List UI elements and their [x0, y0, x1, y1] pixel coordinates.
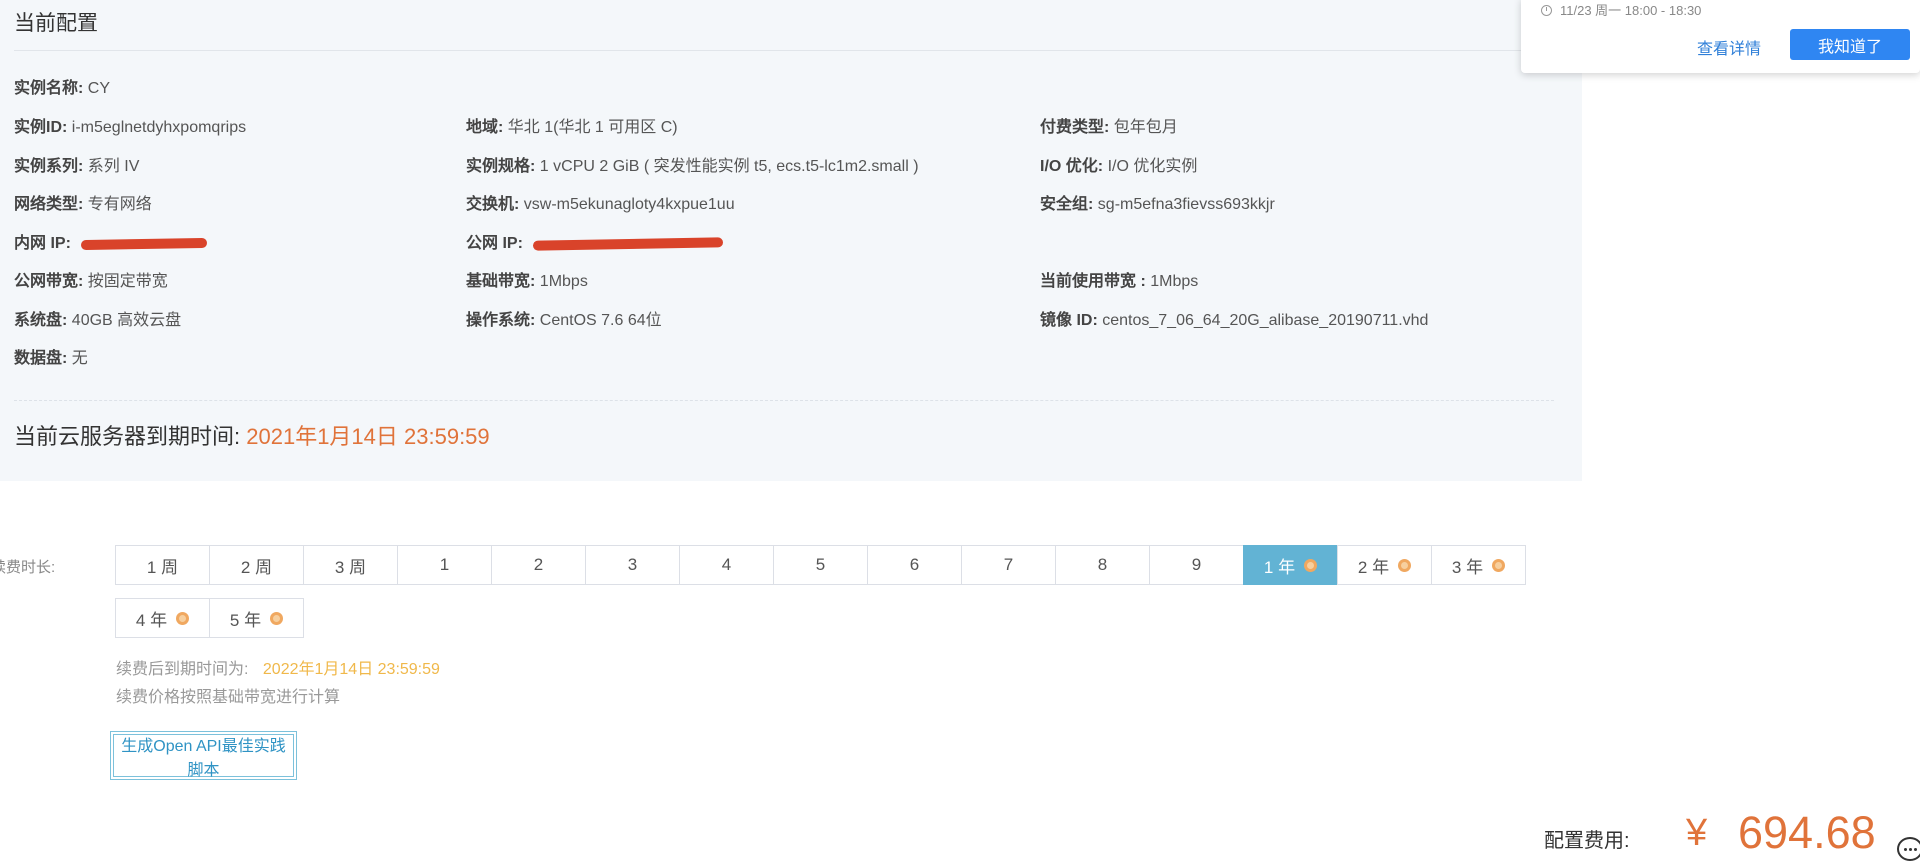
price-note: 续费价格按照基础带宽进行计算 [116, 689, 341, 706]
chat-icon[interactable] [1897, 837, 1920, 861]
duration-option[interactable]: 4 [679, 545, 774, 585]
duration-option[interactable]: 2 年 [1337, 545, 1432, 585]
duration-option[interactable]: 2 周 [209, 545, 304, 585]
duration-option[interactable]: 4 年 [115, 598, 210, 638]
notification-time: 11/23 周一 18:00 - 18:30 [1541, 0, 1701, 19]
title-divider [14, 50, 1554, 51]
duration-option[interactable]: 8 [1055, 545, 1150, 585]
duration-option[interactable]: 5 [773, 545, 868, 585]
field-public-bandwidth: 公网带宽: 按固定带宽 [14, 273, 168, 290]
current-config-panel: 当前配置 实例名称: CY 实例ID: i-m5eglnetdyhxpomqri… [0, 0, 1582, 481]
discount-badge-icon [176, 611, 190, 625]
field-image-id: 镜像 ID: centos_7_06_64_20G_alibase_201907… [1040, 312, 1429, 329]
field-instance-id: 实例ID: i-m5eglnetdyhxpomqrips [14, 119, 247, 136]
discount-badge-icon [1492, 558, 1506, 572]
notification-popup: 11/23 周一 18:00 - 18:30 查看详情 我知道了 [1521, 0, 1920, 73]
discount-badge-icon [1398, 558, 1412, 572]
field-system-disk: 系统盘: 40GB 高效云盘 [14, 312, 182, 329]
field-data-disk: 数据盘: 无 [14, 350, 88, 367]
field-instance-type: 实例规格: 1 vCPU 2 GiB ( 突发性能实例 t5, ecs.t5-l… [466, 158, 919, 175]
field-security-group: 安全组: sg-m5efna3fievss693kkjr [1040, 196, 1275, 213]
field-private-ip: 内网 IP: [14, 229, 208, 253]
cost-label: 配置费用: [1544, 830, 1630, 852]
duration-option[interactable]: 7 [961, 545, 1056, 585]
field-billing-type: 付费类型: 包年包月 [1040, 119, 1178, 136]
generate-api-script-button[interactable]: 生成Open API最佳实践脚本 [110, 731, 297, 780]
field-io-optimized: I/O 优化: I/O 优化实例 [1040, 158, 1198, 175]
clock-icon [1541, 5, 1552, 16]
duration-option[interactable]: 9 [1149, 545, 1244, 585]
discount-badge-icon [270, 611, 284, 625]
duration-option[interactable]: 6 [867, 545, 962, 585]
field-region: 地域: 华北 1(华北 1 可用区 C) [466, 119, 678, 136]
new-expire-value: 2022年1月14日 23:59:59 [262, 661, 440, 678]
field-vswitch: 交换机: vsw-m5ekunagloty4kxpue1uu [466, 196, 735, 213]
discount-badge-icon [1304, 558, 1318, 572]
duration-option[interactable]: 1 [397, 545, 492, 585]
duration-option[interactable]: 5 年 [209, 598, 304, 638]
duration-selector-row-1: 1 周2 周3 周1234567891 年2 年3 年 [115, 545, 1526, 585]
current-expire-time: 当前云服务器到期时间: 2021年1月14日 23:59:59 [14, 424, 490, 449]
duration-option[interactable]: 1 周 [115, 545, 210, 585]
field-os: 操作系统: CentOS 7.6 64位 [466, 312, 662, 329]
duration-option[interactable]: 3 年 [1431, 545, 1526, 585]
panel-title: 当前配置 [14, 12, 98, 35]
field-instance-family: 实例系列: 系列 IV [14, 158, 140, 175]
new-expire-note: 续费后到期时间为: 2022年1月14日 23:59:59 [116, 661, 440, 678]
dashed-divider [14, 400, 1554, 401]
currency-symbol: ¥ [1686, 812, 1708, 854]
field-public-ip: 公网 IP: [466, 229, 724, 253]
field-base-bandwidth: 基础带宽: 1Mbps [466, 273, 588, 290]
renew-duration-label: 续费时长: [0, 559, 56, 576]
duration-option[interactable]: 3 周 [303, 545, 398, 585]
duration-option[interactable]: 3 [585, 545, 680, 585]
field-instance-name: 实例名称: CY [14, 80, 111, 97]
duration-option[interactable]: 2 [491, 545, 586, 585]
expire-value: 2021年1月14日 23:59:59 [246, 424, 490, 449]
view-details-link[interactable]: 查看详情 [1697, 35, 1761, 59]
field-network-type: 网络类型: 专有网络 [14, 196, 152, 213]
acknowledge-button[interactable]: 我知道了 [1790, 29, 1910, 60]
redaction-mark [533, 237, 724, 251]
duration-selector-row-2: 4 年5 年 [115, 598, 304, 638]
cost-amount: 694.68 [1738, 807, 1876, 858]
duration-option[interactable]: 1 年 [1243, 545, 1338, 585]
field-current-bandwidth: 当前使用带宽 : 1Mbps [1040, 273, 1199, 290]
redaction-mark [81, 237, 208, 250]
